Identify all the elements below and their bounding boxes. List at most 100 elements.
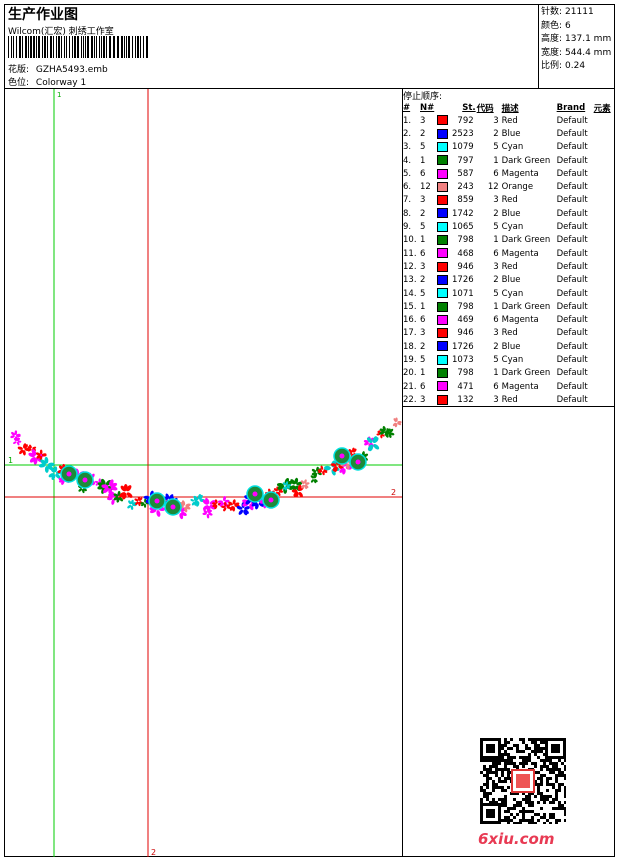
color-swatch xyxy=(437,301,448,312)
color-swatch xyxy=(437,381,448,392)
row-swatch xyxy=(436,393,451,406)
row-stitches: 471 xyxy=(457,381,474,392)
row-stitches: 1073 xyxy=(452,354,474,365)
row-index: 7. xyxy=(403,195,412,206)
row-stitches: 1726 xyxy=(452,275,474,286)
row-swatch xyxy=(436,141,451,154)
flower-petal xyxy=(156,510,161,517)
row-description: Cyan xyxy=(501,354,524,365)
color-swatch xyxy=(437,314,448,325)
table-row: 19. 5 1073 5 Cyan Default xyxy=(402,353,614,366)
flower-petal xyxy=(78,488,83,492)
flower-petal xyxy=(317,469,322,472)
color-swatch xyxy=(437,181,448,192)
table-row: 15. 1 798 1 Dark Green Default xyxy=(402,300,614,313)
colorway-label: 色位: xyxy=(8,78,30,88)
pattern-label: 花版: xyxy=(8,65,30,75)
row-needle: 2 xyxy=(420,128,426,139)
rosette-center xyxy=(339,453,345,459)
row-element xyxy=(593,141,614,154)
row-index: 21. xyxy=(403,381,417,392)
guide-label-red-v: 2 xyxy=(151,848,156,857)
row-code: 1 xyxy=(493,155,499,166)
table-row: 8. 2 1742 2 Blue Default xyxy=(402,207,614,220)
row-code: 5 xyxy=(493,142,499,153)
row-description: Cyan xyxy=(501,288,524,299)
row-brand: Default xyxy=(556,301,588,312)
row-code: 3 xyxy=(493,328,499,339)
row-swatch xyxy=(436,313,451,326)
row-element xyxy=(593,220,614,233)
row-element xyxy=(593,247,614,260)
color-swatch xyxy=(437,261,448,272)
row-stitches: 797 xyxy=(457,155,474,166)
row-needle: 3 xyxy=(420,195,426,206)
row-stitches: 798 xyxy=(457,235,474,246)
row-element xyxy=(593,393,614,406)
row-swatch xyxy=(436,220,451,233)
color-swatch xyxy=(437,288,448,299)
stat-label: 颜色: xyxy=(541,20,563,31)
table-row: 10. 1 798 1 Dark Green Default xyxy=(402,234,614,247)
stat-line: 宽度: 544.4 mm xyxy=(541,47,611,61)
row-brand: Default xyxy=(556,195,588,206)
row-needle: 1 xyxy=(420,155,426,166)
row-element xyxy=(593,274,614,287)
table-row: 2. 2 2523 2 Blue Default xyxy=(402,127,614,140)
row-index: 18. xyxy=(403,341,417,352)
row-stitches: 1726 xyxy=(452,341,474,352)
row-description: Blue xyxy=(501,208,521,219)
table-row: 1. 3 792 3 Red Default xyxy=(402,114,614,127)
color-swatch xyxy=(437,141,448,152)
barcode-icon xyxy=(8,36,148,58)
row-element xyxy=(593,180,614,193)
colorway-value: Colorway 1 xyxy=(35,78,87,88)
row-swatch xyxy=(436,380,451,393)
row-code: 1 xyxy=(493,368,499,379)
row-swatch xyxy=(436,180,451,193)
row-index: 14. xyxy=(403,288,417,299)
flower-petal xyxy=(238,509,244,515)
table-row: 11. 6 468 6 Magenta Default xyxy=(402,247,614,260)
row-swatch xyxy=(436,207,451,220)
row-description: Magenta xyxy=(501,168,539,179)
row-code: 2 xyxy=(493,128,499,139)
color-swatch xyxy=(437,274,448,285)
row-swatch xyxy=(436,234,451,247)
row-stitches: 859 xyxy=(457,195,474,206)
row-description: Dark Green xyxy=(501,301,551,312)
row-swatch xyxy=(436,300,451,313)
stat-value: 21111 xyxy=(565,7,594,17)
row-description: Blue xyxy=(501,341,521,352)
rosette-center xyxy=(82,477,88,483)
row-brand: Default xyxy=(556,394,588,405)
row-description: Magenta xyxy=(501,381,539,392)
row-needle: 12 xyxy=(420,182,431,193)
row-code: 6 xyxy=(493,381,499,392)
color-swatch xyxy=(437,195,448,206)
stat-value: 137.1 mm xyxy=(565,34,612,44)
row-description: Blue xyxy=(501,128,521,139)
table-row: 5. 6 587 6 Magenta Default xyxy=(402,167,614,180)
flower-petal xyxy=(373,444,380,450)
colorway-info: 色位: Colorway 1 xyxy=(8,75,86,88)
row-code: 3 xyxy=(493,261,499,272)
stat-label: 针数: xyxy=(541,7,563,17)
row-code: 1 xyxy=(493,301,499,312)
row-element xyxy=(593,207,614,220)
row-brand: Default xyxy=(556,275,588,286)
row-index: 5. xyxy=(403,168,412,179)
row-description: Red xyxy=(501,328,518,339)
rosette-center xyxy=(252,491,258,497)
row-stitches: 1071 xyxy=(452,288,474,299)
row-index: 19. xyxy=(403,354,417,365)
row-needle: 1 xyxy=(420,235,426,246)
row-brand: Default xyxy=(556,142,588,153)
row-needle: 1 xyxy=(420,301,426,312)
row-element xyxy=(593,260,614,273)
table-row: 12. 3 946 3 Red Default xyxy=(402,260,614,273)
pattern-value: GZHA5493.emb xyxy=(35,65,108,75)
col-brand: Brand xyxy=(556,102,586,113)
table-row: 16. 6 469 6 Magenta Default xyxy=(402,313,614,326)
row-stitches: 469 xyxy=(457,315,474,326)
